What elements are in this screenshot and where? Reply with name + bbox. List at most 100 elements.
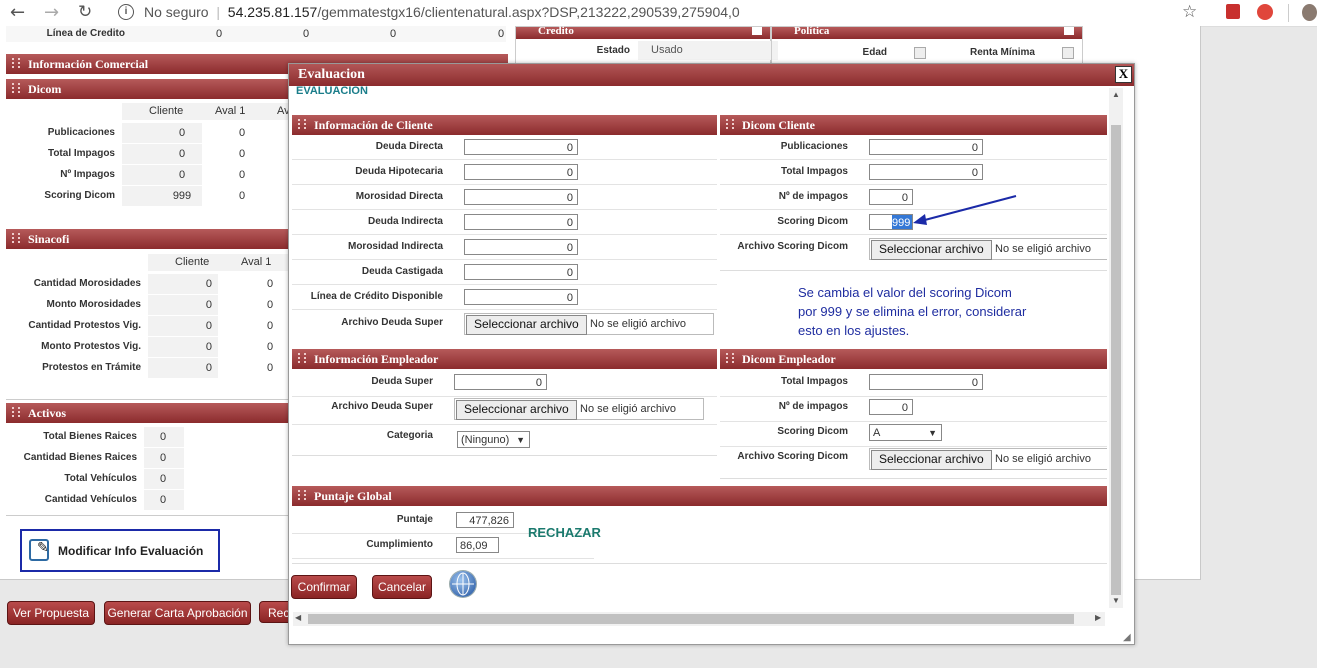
scoring-dicom-select[interactable]: A ▼ bbox=[869, 424, 942, 441]
cell: 0 bbox=[390, 28, 397, 40]
dialog-subtitle: EVALUACION bbox=[296, 85, 368, 97]
horizontal-scrollbar[interactable]: ◀ ▶ bbox=[293, 612, 1105, 626]
cumplimiento-input[interactable]: 86,09 bbox=[456, 537, 499, 553]
cell: 0 bbox=[267, 362, 274, 374]
archivo-scoring-file[interactable]: Seleccionar archivo No se eligió archivo bbox=[869, 238, 1107, 260]
row-divider bbox=[292, 259, 717, 260]
confirmar-button[interactable]: Confirmar bbox=[291, 575, 357, 599]
extension-icon[interactable] bbox=[1257, 4, 1273, 20]
scroll-right-icon[interactable]: ▶ bbox=[1095, 613, 1101, 622]
back-icon[interactable]: ← bbox=[10, 2, 25, 23]
field-input[interactable]: 0 bbox=[464, 189, 578, 205]
puntaje-input[interactable]: 477,826 bbox=[456, 512, 514, 528]
scrollbar-thumb[interactable] bbox=[308, 614, 1074, 624]
info-icon[interactable]: i bbox=[118, 4, 134, 20]
field-input[interactable]: 0 bbox=[869, 189, 913, 205]
close-icon[interactable]: X bbox=[1115, 66, 1132, 83]
seleccionar-archivo-button[interactable]: Seleccionar archivo bbox=[871, 450, 992, 470]
cell: 0 bbox=[239, 169, 246, 181]
field-input[interactable]: 0 bbox=[464, 139, 578, 155]
close-icon[interactable] bbox=[752, 27, 762, 35]
archivo-deuda-super-label: Archivo Deuda Super bbox=[331, 401, 433, 412]
close-icon[interactable] bbox=[1064, 27, 1074, 35]
scroll-up-icon[interactable]: ▲ bbox=[1112, 90, 1120, 99]
cancelar-button[interactable]: Cancelar bbox=[372, 575, 432, 599]
scroll-left-icon[interactable]: ◀ bbox=[295, 613, 301, 622]
reload-icon[interactable]: ↻ bbox=[78, 2, 92, 22]
cell: 0 bbox=[267, 341, 274, 353]
cell: 0 bbox=[144, 490, 184, 510]
cell: 0 bbox=[122, 123, 202, 143]
archivo-deuda-super-file[interactable]: Seleccionar archivo No se eligió archivo bbox=[454, 398, 704, 420]
activos-header: Activos bbox=[6, 403, 288, 423]
archivo-scoring-file[interactable]: Seleccionar archivo No se eligió archivo bbox=[869, 448, 1107, 470]
categoria-select[interactable]: (Ninguno) ▼ bbox=[457, 431, 530, 448]
scoring-dicom-input[interactable]: 999 bbox=[869, 214, 913, 230]
col-header: Cliente bbox=[175, 256, 210, 268]
ver-propuesta-button[interactable]: Ver Propuesta bbox=[7, 601, 95, 625]
select-value: (Ninguno) bbox=[461, 434, 510, 446]
note-line: Se cambia el valor del scoring Dicom bbox=[798, 285, 1012, 300]
cell: 0 bbox=[267, 320, 274, 332]
edad-checkbox[interactable] bbox=[914, 47, 926, 59]
n-impagos-input[interactable]: 0 bbox=[869, 399, 913, 415]
row-label: Cantidad Protestos Vig. bbox=[28, 320, 141, 331]
puntaje-label: Puntaje bbox=[396, 514, 433, 525]
star-icon[interactable]: ☆ bbox=[1182, 2, 1197, 22]
total-impagos-input[interactable]: 0 bbox=[869, 374, 983, 390]
puntaje-global-fields: Puntaje 477,826 Cumplimiento 86,09 RECHA… bbox=[292, 506, 1107, 564]
row-label: Monto Protestos Vig. bbox=[41, 341, 141, 352]
row-label: Nº Impagos bbox=[60, 169, 115, 180]
modificar-info-button[interactable]: ✎ Modificar Info Evaluación bbox=[20, 529, 220, 572]
address-bar[interactable]: No seguro | 54.235.81.157/gemmatestgx16/… bbox=[144, 4, 740, 20]
field-label: Deuda Castigada bbox=[361, 266, 443, 277]
field-input[interactable]: 0 bbox=[464, 214, 578, 230]
row-divider bbox=[720, 159, 1107, 160]
row-divider bbox=[292, 209, 717, 210]
col-header: Aval 1 bbox=[215, 105, 246, 117]
profile-avatar[interactable] bbox=[1302, 4, 1317, 21]
deuda-super-input[interactable]: 0 bbox=[454, 374, 547, 390]
cell: 0 bbox=[148, 295, 218, 315]
cell: 0 bbox=[303, 28, 310, 40]
row-divider bbox=[292, 184, 717, 185]
cell: 0 bbox=[122, 165, 202, 185]
cell: 0 bbox=[239, 127, 246, 139]
scrollbar-thumb[interactable] bbox=[1111, 125, 1121, 595]
generar-carta-button[interactable]: Generar Carta Aprobación bbox=[104, 601, 251, 625]
cell: 0 bbox=[239, 190, 246, 202]
renta-minima-checkbox[interactable] bbox=[1062, 47, 1074, 59]
seleccionar-archivo-button[interactable]: Seleccionar archivo bbox=[456, 400, 577, 420]
resize-grip-icon[interactable]: ◢ bbox=[1123, 632, 1131, 643]
dialog-titlebar[interactable]: Evaluacion X bbox=[289, 64, 1134, 86]
vertical-scrollbar[interactable]: ▲ ▼ bbox=[1109, 88, 1123, 608]
cell: 0 bbox=[144, 427, 184, 447]
pdf-extension-icon[interactable] bbox=[1226, 4, 1240, 19]
renta-minima-label: Renta Mínima bbox=[969, 47, 1035, 58]
seleccionar-archivo-button[interactable]: Seleccionar archivo bbox=[466, 315, 587, 335]
scroll-down-icon[interactable]: ▼ bbox=[1112, 596, 1120, 605]
archivo-deuda-super-file[interactable]: Seleccionar archivo No se eligió archivo bbox=[464, 313, 714, 335]
field-input[interactable]: 0 bbox=[869, 164, 983, 180]
field-input[interactable]: 0 bbox=[464, 164, 578, 180]
field-input[interactable]: 0 bbox=[464, 264, 578, 280]
field-label: Deuda Hipotecaria bbox=[355, 166, 443, 177]
seleccionar-archivo-button[interactable]: Seleccionar archivo bbox=[871, 240, 992, 260]
file-status: No se eligió archivo bbox=[995, 243, 1091, 255]
cell: 0 bbox=[148, 358, 218, 378]
dicom-cliente-header: Dicom Cliente bbox=[720, 115, 1107, 135]
globe-icon[interactable] bbox=[450, 571, 476, 597]
sinacofi-panel: Sinacofi Cliente Aval 1 Cantidad Morosid… bbox=[6, 229, 288, 400]
credito-header: Credito bbox=[516, 26, 770, 39]
cell: 0 bbox=[144, 469, 184, 489]
field-input[interactable]: 0 bbox=[869, 139, 983, 155]
field-input[interactable]: 0 bbox=[464, 239, 578, 255]
field-label: Publicaciones bbox=[780, 141, 848, 152]
field-label: Deuda Directa bbox=[375, 141, 443, 152]
dicom-panel: Dicom Cliente Aval 1 Av Publicaciones 0 0 T… bbox=[6, 79, 290, 235]
row-divider bbox=[720, 234, 1107, 235]
forward-icon[interactable]: → bbox=[44, 2, 59, 23]
browser-toolbar: ← → ↻ i No seguro | 54.235.81.157/gemmat… bbox=[0, 0, 1317, 27]
linea-credito-row: Línea de Credito 0 0 0 0 bbox=[6, 26, 506, 42]
field-input[interactable]: 0 bbox=[464, 289, 578, 305]
